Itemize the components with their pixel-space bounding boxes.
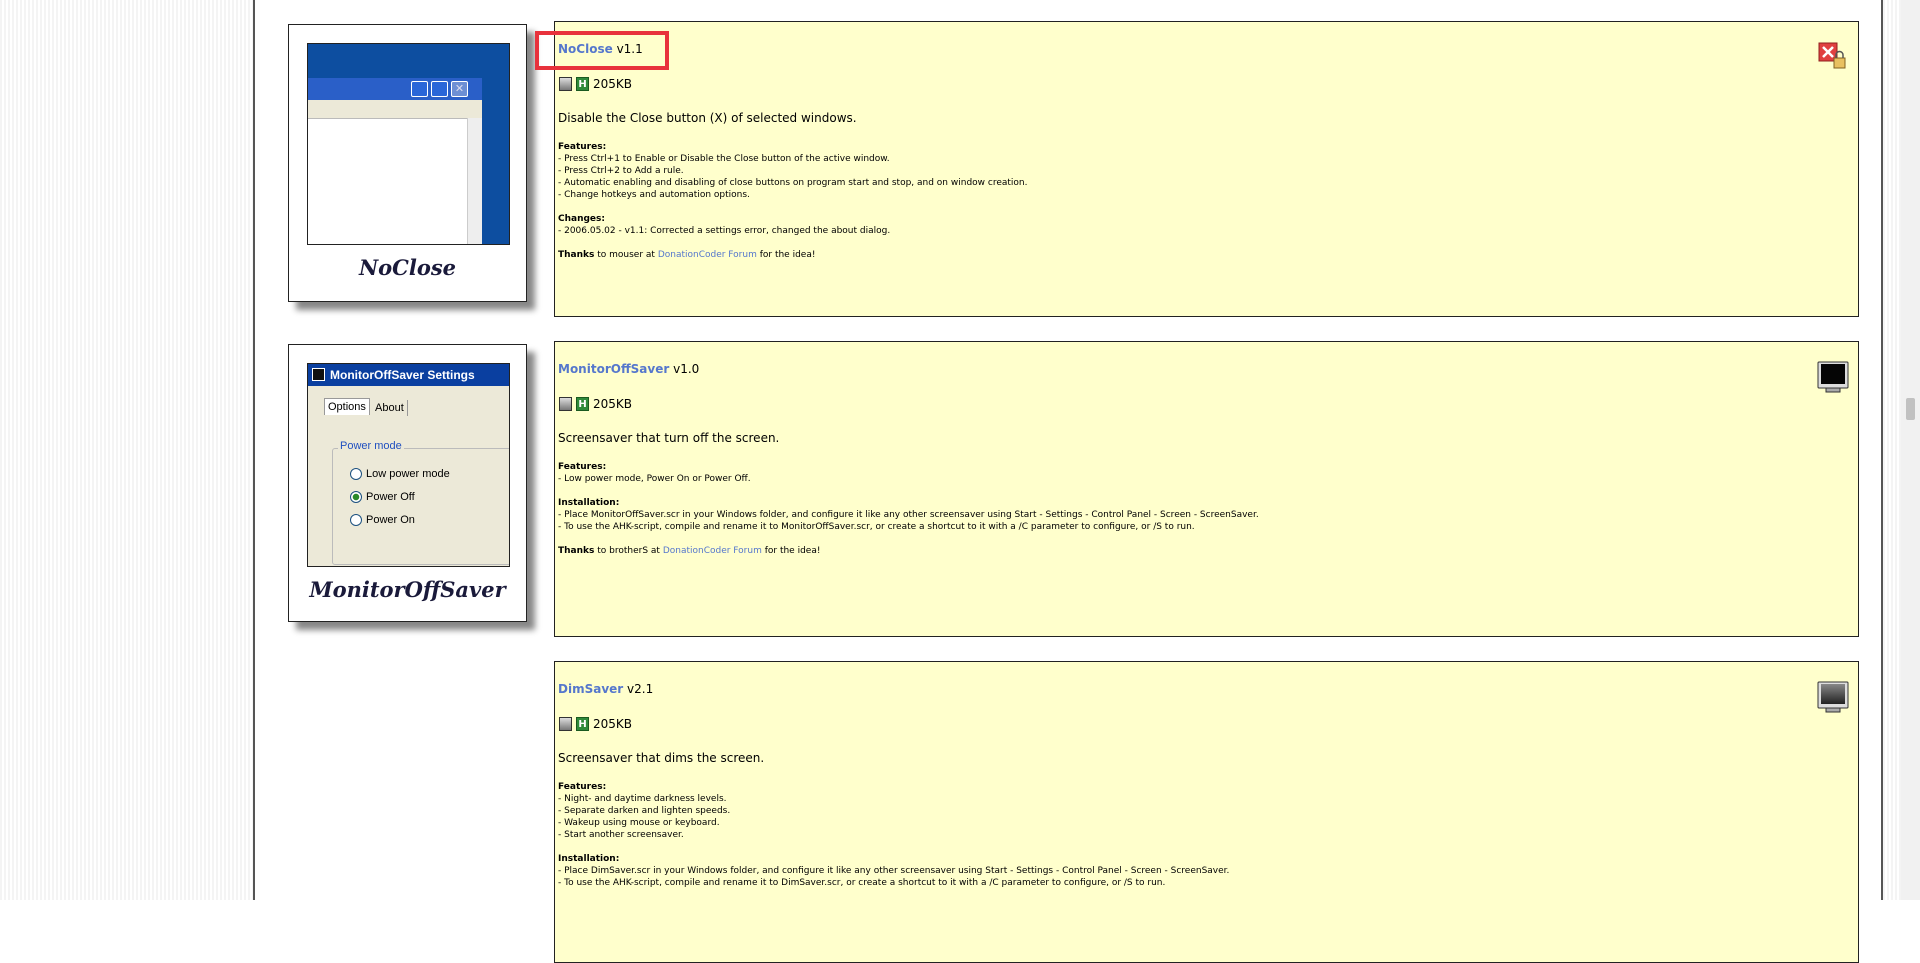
monitor-gray-icon [1817,681,1849,713]
left-margin-pattern [0,0,253,900]
radio-label: Power On [366,514,415,526]
ahk-script-download-icon[interactable]: H [576,77,589,91]
mock-menubar [308,100,482,119]
close-lock-icon [1818,42,1846,69]
radio-power-on[interactable]: Power On [350,514,415,526]
thumbnail-title: NoClose [358,255,457,280]
mock-window-titlebar: ✕ [308,78,482,100]
settings-body: Options About Power mode Low power mode … [308,386,509,566]
item-name-link[interactable]: DimSaver [558,682,623,696]
radio-circle [350,514,362,526]
mock-scrollbar [467,118,482,244]
thanks-label: Thanks [558,250,595,260]
item-panel-noclose: NoClose v1.1 H 205KB Disable the Close b… [554,21,1859,317]
feature-line: - Press Ctrl+2 to Add a rule. [558,166,684,176]
right-margin-pattern [1883,0,1901,900]
monitoroffsaver-screenshot: MonitorOffSaver Settings Options About P… [307,363,510,567]
settings-window-title: MonitorOffSaver Settings [308,364,509,386]
left-border [253,0,255,900]
item-heading: DimSaver v2.1 [558,682,653,696]
settings-title-text: MonitorOffSaver Settings [330,368,475,382]
feature-line: - Low power mode, Power On or Power Off. [558,474,751,484]
item-panel-monitoroffsaver: MonitorOffSaver v1.0 H 205KB Screensaver… [554,341,1859,637]
thanks-text: to mouser at [594,250,658,260]
feature-line: - Wakeup using mouse or keyboard. [558,818,720,828]
item-heading: MonitorOffSaver v1.0 [558,362,699,376]
minimize-icon [411,81,428,97]
ahk-script-download-icon[interactable]: H [576,397,589,411]
noclose-screenshot: ✕ [307,43,510,245]
features-heading: Features: [558,142,607,152]
thanks-text-end: for the idea! [761,546,821,556]
thumbnail-frame-monitoroffsaver[interactable]: MonitorOffSaver Settings Options About P… [288,344,527,622]
features-heading: Features: [558,782,607,792]
feature-line: - Night- and daytime darkness levels. [558,794,727,804]
download-row: H 205KB [559,397,632,411]
highlight-box [535,31,669,70]
radio-power-off[interactable]: Power Off [350,491,415,503]
tab-about[interactable]: About [372,400,408,416]
item-description: Screensaver that dims the screen. [558,751,765,765]
donationcoder-forum-link[interactable]: DonationCoder Forum [658,250,757,260]
feature-line: - Separate darken and lighten speeds. [558,806,731,816]
donationcoder-forum-link[interactable]: DonationCoder Forum [663,546,762,556]
file-size: 205KB [593,397,633,411]
feature-line: - Change hotkeys and automation options. [558,190,750,200]
tab-options[interactable]: Options [324,398,370,415]
ahk-script-download-icon[interactable]: H [576,717,589,731]
installation-heading: Installation: [558,854,620,864]
changes-heading: Changes: [558,214,605,224]
item-details: Features: - Press Ctrl+1 to Enable or Di… [558,141,1028,273]
item-panel-dimsaver: DimSaver v2.1 H 205KB Screensaver that d… [554,661,1859,963]
item-version: v2.1 [627,682,654,696]
thumbnail-title: MonitorOffSaver [309,577,506,602]
installer-download-icon[interactable] [559,397,572,411]
item-description: Disable the Close button (X) of selected… [558,111,857,125]
item-details: Features: - Night- and daytime darkness … [558,781,1229,901]
feature-line: - Automatic enabling and disabling of cl… [558,178,1028,188]
item-name-link[interactable]: MonitorOffSaver [558,362,669,376]
installation-line: - Place MonitorOffSaver.scr in your Wind… [558,510,1259,520]
thanks-text: to brotherS at [594,546,663,556]
thanks-label: Thanks [558,546,595,556]
installer-download-icon[interactable] [559,77,572,91]
installer-download-icon[interactable] [559,717,572,731]
radio-label: Low power mode [366,468,450,480]
feature-line: - Press Ctrl+1 to Enable or Disable the … [558,154,890,164]
maximize-icon [431,81,448,97]
feature-line: - Start another screensaver. [558,830,684,840]
installation-heading: Installation: [558,498,620,508]
installation-line: - To use the AHK-script, compile and ren… [558,522,1195,532]
close-icon: ✕ [451,81,468,97]
vertical-scrollbar[interactable] [1901,0,1920,900]
item-version: v1.0 [673,362,700,376]
features-heading: Features: [558,462,607,472]
download-row: H 205KB [559,717,632,731]
radio-circle [350,468,362,480]
change-line: - 2006.05.02 - v1.1: Corrected a setting… [558,226,891,236]
item-description: Screensaver that turn off the screen. [558,431,780,445]
file-size: 205KB [593,77,633,91]
thanks-text-end: for the idea! [756,250,816,260]
installation-line: - Place DimSaver.scr in your Windows fol… [558,866,1230,876]
power-mode-label: Power mode [338,440,404,452]
thumbnail-frame-noclose[interactable]: ✕ NoClose [288,24,527,302]
installation-line: - To use the AHK-script, compile and ren… [558,878,1166,888]
radio-label: Power Off [366,491,415,503]
file-size: 205KB [593,717,633,731]
power-mode-group [332,448,509,565]
radio-circle-selected [350,491,362,503]
mock-window: ✕ [308,78,482,244]
item-details: Features: - Low power mode, Power On or … [558,461,1259,569]
monitor-black-icon [1817,361,1849,393]
scrollbar-thumb[interactable] [1906,398,1915,420]
download-row: H 205KB [559,77,632,91]
radio-low-power[interactable]: Low power mode [350,468,450,480]
monitor-app-icon [312,368,325,381]
